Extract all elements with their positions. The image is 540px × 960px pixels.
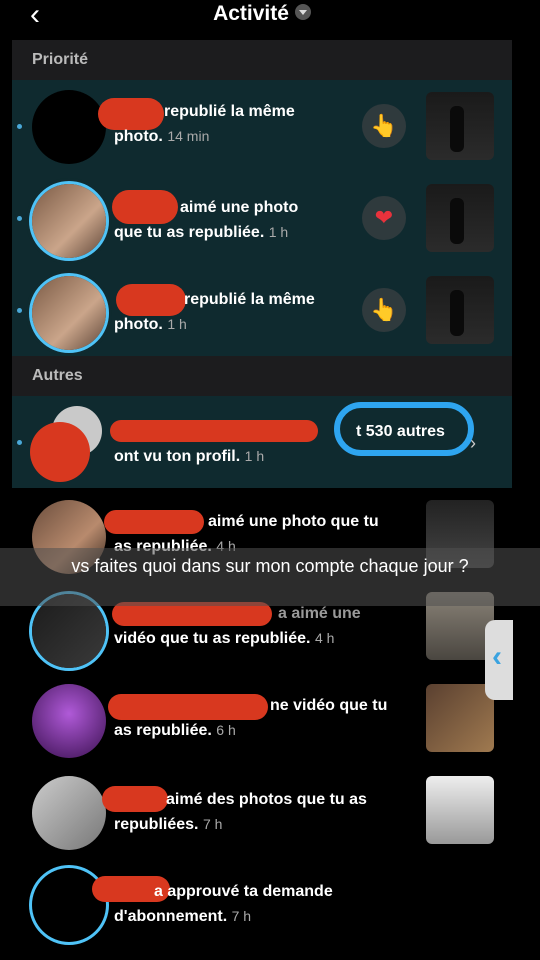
timestamp: 7 h (231, 908, 252, 924)
avatar[interactable] (32, 184, 106, 258)
post-thumbnail[interactable] (426, 684, 494, 752)
hand-reaction-icon[interactable]: 👆 (362, 104, 406, 148)
section-priority: Priorité (12, 40, 512, 80)
notification-line-2: que tu as republiée. (114, 224, 265, 241)
timestamp: 14 min (167, 128, 210, 144)
unread-dot (17, 308, 22, 313)
notification-line-1: a approuvé ta demande (154, 883, 333, 900)
timestamp: 1 h (167, 316, 187, 332)
notification-text: ne vidéo que tu as republiée. 6 h (114, 694, 414, 743)
list-item[interactable]: aimé des photos que tu as republiées. 7 … (12, 772, 512, 864)
notification-text: aimé des photos que tu as republiées. 7 … (114, 788, 414, 837)
notification-text: a approuvé ta demande d'abonnement. 7 h (114, 880, 444, 929)
person-silhouette (450, 198, 464, 244)
notification-line-2: photo. (114, 128, 163, 145)
notification-line-1: aimé des photos que tu as (166, 791, 367, 808)
list-item[interactable]: republié la même photo. 1 h 👆 (12, 264, 512, 356)
list-item[interactable]: a approuvé ta demande d'abonnement. 7 h (12, 864, 512, 956)
list-item[interactable]: ne vidéo que tu as republiée. 6 h (12, 680, 512, 772)
list-item[interactable]: republié la même photo. 14 min 👆 (12, 80, 512, 172)
timestamp: 1 h (268, 224, 289, 240)
timestamp: 4 h (314, 630, 335, 646)
person-silhouette (450, 290, 464, 336)
page-title[interactable]: Activité (12, 2, 512, 26)
timestamp: 6 h (216, 722, 236, 738)
notification-line-2: republiées. (114, 816, 199, 833)
post-thumbnail[interactable] (426, 184, 494, 252)
notification-line-2: as republiée. (114, 722, 212, 739)
post-thumbnail[interactable] (426, 276, 494, 344)
side-drawer-handle[interactable]: ‹ (485, 620, 513, 700)
chevron-right-icon[interactable]: › (470, 433, 476, 454)
header: ‹ Activité (12, 0, 512, 40)
timestamp: 1 h (244, 448, 265, 464)
unread-dot (17, 440, 22, 445)
hand-reaction-icon[interactable]: 👆 (362, 288, 406, 332)
notification-line-1: republié la même (184, 291, 315, 308)
notification-line-2: vidéo que tu as republiée. (114, 630, 311, 647)
notification-text: republié la même photo. 14 min (114, 100, 369, 149)
notification-line-1: aimé une photo (180, 199, 299, 216)
unread-dot (17, 216, 22, 221)
highlight-circle (334, 402, 474, 456)
redaction (30, 422, 90, 482)
avatar[interactable] (32, 90, 106, 164)
notification-line-2: ont vu ton profil. (114, 448, 241, 465)
notification-text: aimé une photo que tu as republiée. 1 h (114, 196, 369, 245)
notification-line-2: photo. (114, 316, 163, 333)
title-label: Activité (213, 2, 289, 25)
avatar[interactable] (32, 684, 106, 758)
chevron-left-icon: ‹ (492, 640, 502, 673)
post-thumbnail[interactable] (426, 776, 494, 844)
notification-line-1: republié la même (164, 103, 295, 120)
unread-dot (17, 124, 22, 129)
avatar[interactable] (32, 276, 106, 350)
chevron-down-icon[interactable] (294, 4, 311, 21)
notification-text: republié la même photo. 1 h (114, 288, 369, 337)
section-others: Autres (12, 356, 512, 396)
person-silhouette (450, 106, 464, 152)
avatar[interactable] (32, 776, 106, 850)
notification-line-2: d'abonnement. (114, 908, 228, 925)
heart-reaction-icon[interactable]: ❤ (362, 196, 406, 240)
list-item[interactable]: aimé une photo que tu as republiée. 1 h … (12, 172, 512, 264)
snap-caption: vs faites quoi dans sur mon compte chaqu… (0, 548, 540, 606)
post-thumbnail[interactable] (426, 92, 494, 160)
activity-screen: ‹ Activité Priorité republié la même pho… (12, 0, 512, 960)
notification-line-1: ne vidéo que tu (270, 697, 388, 714)
notification-text: a aimé une vidéo que tu as republiée. 4 … (114, 602, 414, 651)
notification-line-1: aimé une photo que tu (208, 513, 379, 530)
timestamp: 7 h (202, 816, 223, 832)
